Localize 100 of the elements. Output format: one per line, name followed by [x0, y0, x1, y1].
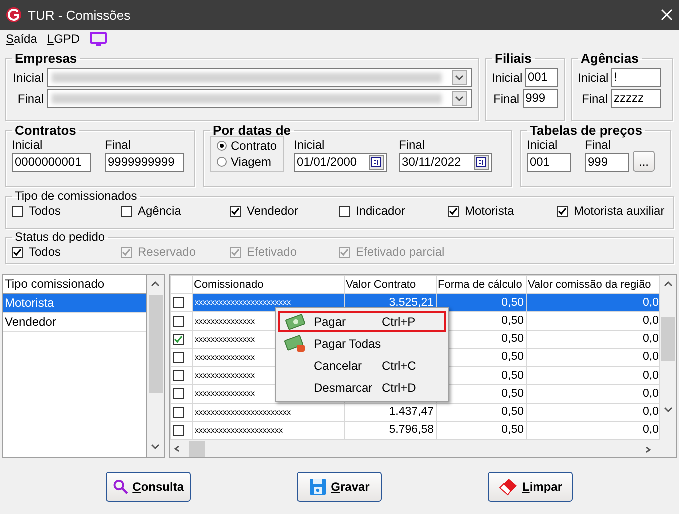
column-header: Comissionado: [192, 276, 344, 294]
field-label: Final: [585, 138, 612, 152]
money-lock-icon: [284, 334, 308, 352]
menu-item[interactable]: LGPD: [47, 32, 80, 46]
monitor-icon[interactable]: [90, 32, 108, 46]
table-cell: 0,0: [643, 333, 658, 346]
column-header: Valor comissão da região: [526, 276, 660, 294]
action-button[interactable]: Limpar: [488, 472, 573, 502]
menu-item[interactable]: Saída: [6, 32, 38, 46]
scroll-thumb[interactable]: [148, 295, 162, 393]
table-cell: xxxxxxxxxxxxxxxxxxxxxx: [195, 426, 283, 435]
menu-item[interactable]: Desmarcar Ctrl+D: [278, 377, 446, 398]
checkbox[interactable]: [173, 388, 184, 400]
eraser-icon: [498, 478, 518, 496]
table-cell: xxxxxxxxxxxxxxx: [195, 334, 255, 344]
app-logo-icon: [6, 7, 22, 23]
group-title: Contratos: [14, 123, 78, 138]
input-field[interactable]: 001: [525, 68, 558, 87]
scroll-right-icon[interactable]: [645, 446, 654, 452]
group-title: Agências: [580, 51, 640, 66]
field-label: Inicial: [527, 138, 559, 152]
table-cell: xxxxxxxxxxxxxxxxxxxxxxxx: [195, 298, 291, 308]
table-cell: 0,0: [643, 388, 658, 400]
field-label: Inicial: [12, 70, 44, 84]
table-cell: 3.525,21: [389, 296, 434, 309]
checkbox[interactable]: [557, 206, 568, 216]
checkbox[interactable]: [173, 297, 184, 308]
field-label: Inicial: [578, 70, 608, 84]
checkbox-label: Motorista: [465, 204, 514, 218]
table-cell: 0,0: [643, 370, 658, 382]
checkbox-label: Vendedor: [247, 204, 298, 218]
checkbox[interactable]: [230, 206, 241, 216]
input-field[interactable]: 999: [522, 89, 558, 108]
field-label: Inicial: [12, 138, 44, 152]
checkbox[interactable]: [173, 370, 184, 382]
table-cell: xxxxxxxxxxxxxxxxxxxxxxxx: [195, 408, 291, 417]
checkbox[interactable]: [12, 206, 23, 216]
checkbox-label: Motorista auxiliar: [574, 204, 665, 218]
checkbox-label: Todos: [29, 245, 62, 259]
table-cell: xxxxxxxxxxxxxxx: [195, 389, 255, 398]
radio-button[interactable]: [217, 141, 227, 151]
checkbox[interactable]: [173, 352, 184, 363]
date-field[interactable]: 30/11/2022: [399, 153, 492, 172]
list-item[interactable]: Vendedor: [3, 313, 146, 332]
field-label: Final: [16, 92, 44, 106]
action-button[interactable]: Gravar: [297, 472, 382, 502]
checkbox[interactable]: [339, 206, 350, 216]
group-title: Status do pedido: [14, 230, 106, 244]
checkbox-label: Reservado: [138, 245, 196, 259]
menu-item[interactable]: Cancelar Ctrl+C: [278, 355, 446, 376]
input-field[interactable]: 001: [527, 153, 571, 172]
input-field[interactable]: 0000000001: [12, 153, 91, 172]
close-icon[interactable]: [661, 9, 673, 21]
checkbox[interactable]: [173, 334, 184, 345]
table-cell: 0,0: [643, 424, 658, 436]
field-label: Final: [399, 138, 426, 152]
table-cell: xxxxxxxxxxxxxxx: [195, 352, 255, 362]
scroll-down-icon[interactable]: [664, 407, 672, 413]
scroll-thumb[interactable]: [189, 440, 205, 456]
table-cell: 5.796,58: [389, 424, 434, 436]
browse-button[interactable]: ...: [633, 151, 655, 172]
field-label: Inicial: [492, 70, 522, 84]
checkbox[interactable]: [12, 246, 23, 258]
radio-button[interactable]: [217, 157, 227, 167]
column-header: Forma de cálculo: [436, 276, 526, 294]
date-field[interactable]: 01/01/2000: [294, 153, 388, 172]
column-header: Valor Contrato: [344, 276, 436, 294]
table-cell: 0,50: [502, 296, 524, 309]
list-item[interactable]: Motorista: [3, 294, 146, 313]
scroll-up-icon[interactable]: [664, 281, 672, 287]
menu-item[interactable]: Pagar Todas: [278, 333, 446, 354]
scroll-down-icon[interactable]: [151, 444, 160, 450]
group-title: Filiais: [494, 51, 533, 66]
checkbox[interactable]: [448, 206, 459, 216]
table-cell: xxxxxxxxxxxxxxx: [195, 371, 255, 380]
table-cell: 0,50: [502, 351, 524, 364]
menu-item[interactable]: Pagar Ctrl+P: [278, 311, 446, 332]
action-button[interactable]: Consulta: [106, 472, 191, 502]
radio-label: Viagem: [231, 155, 272, 169]
table-cell: 1.437,47: [389, 406, 434, 418]
scroll-up-icon[interactable]: [151, 281, 160, 287]
company-dropdown[interactable]: [46, 89, 472, 108]
scroll-thumb[interactable]: [661, 317, 675, 361]
company-dropdown[interactable]: [46, 68, 472, 87]
field-label: Final: [580, 92, 608, 106]
table-cell: 0,50: [502, 315, 524, 328]
checkbox[interactable]: [173, 406, 184, 418]
scrollbar[interactable]: [147, 275, 164, 457]
input-field[interactable]: 999: [585, 153, 629, 172]
table-cell: 0,0: [643, 315, 658, 328]
checkbox-label: Efetivado: [247, 245, 298, 259]
checkbox[interactable]: [173, 424, 184, 436]
checkbox[interactable]: [173, 316, 184, 327]
group-title: Tipo de comissionados: [14, 189, 138, 203]
input-field[interactable]: !: [611, 68, 661, 87]
input-field[interactable]: 9999999999: [105, 153, 184, 172]
calendar-icon[interactable]: [474, 155, 490, 170]
input-field[interactable]: zzzzz: [611, 89, 661, 108]
calendar-icon[interactable]: [369, 155, 384, 170]
checkbox[interactable]: [121, 206, 132, 216]
